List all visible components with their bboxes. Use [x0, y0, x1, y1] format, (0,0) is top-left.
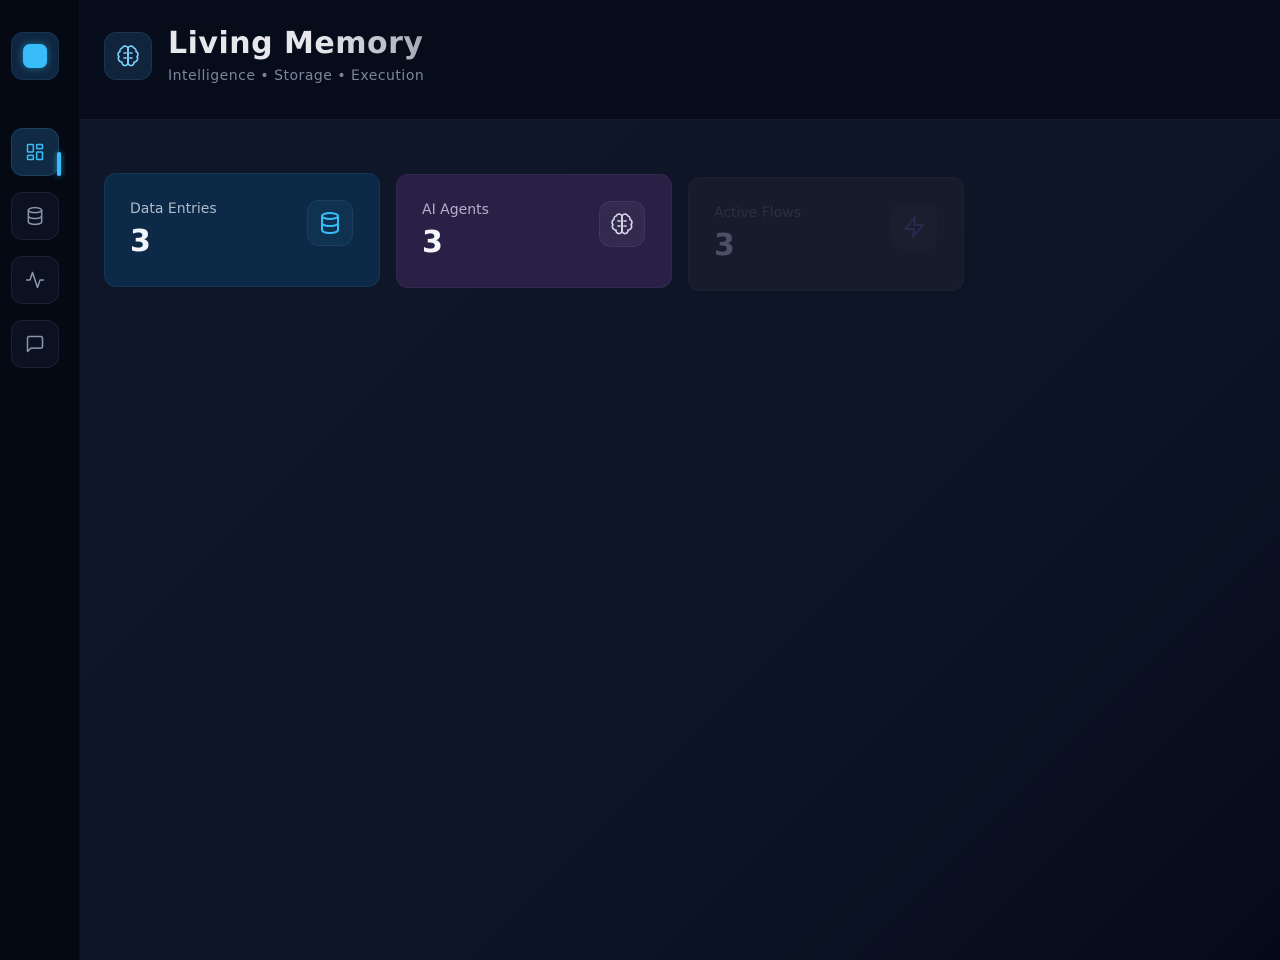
page-subtitle: Intelligence • Storage • Execution: [168, 68, 425, 84]
dashboard-icon: [26, 143, 44, 161]
stat-value: 3: [130, 224, 151, 259]
header-logo: [104, 32, 152, 80]
stat-icon-box: [599, 201, 645, 247]
database-icon: [27, 206, 43, 226]
brain-icon: [611, 213, 633, 235]
stat-label: AI Agents: [422, 202, 489, 218]
stat-icon-box: [891, 204, 937, 250]
page-header: Living Memory Intelligence • Storage • E…: [80, 0, 1280, 120]
logo-square-icon: [23, 44, 47, 68]
app-logo[interactable]: [11, 32, 59, 80]
stat-value: 3: [714, 228, 735, 263]
stat-icon-box: [307, 200, 353, 246]
stat-value: 3: [422, 225, 443, 260]
sidebar: [0, 0, 80, 960]
brain-icon: [117, 45, 139, 67]
app-root: Living Memory Intelligence • Storage • E…: [0, 0, 1280, 960]
sidebar-item-dashboard[interactable]: [11, 128, 59, 176]
active-indicator: [57, 152, 61, 176]
stat-card-active-flows[interactable]: Active Flows 3: [688, 177, 964, 291]
sidebar-item-chat[interactable]: [11, 320, 59, 368]
sidebar-item-activity[interactable]: [11, 256, 59, 304]
chat-icon: [26, 335, 44, 353]
stat-label: Active Flows: [714, 205, 802, 221]
main-content: Data Entries 3 AI Agents 3 Active Flows …: [80, 120, 1280, 960]
database-icon: [321, 212, 339, 234]
activity-icon: [25, 271, 45, 289]
stat-card-data-entries[interactable]: Data Entries 3: [104, 173, 380, 287]
stat-label: Data Entries: [130, 201, 217, 217]
page-title: Living Memory: [168, 26, 424, 61]
sidebar-item-database[interactable]: [11, 192, 59, 240]
stat-card-ai-agents[interactable]: AI Agents 3: [396, 174, 672, 288]
lightning-icon: [904, 216, 924, 238]
